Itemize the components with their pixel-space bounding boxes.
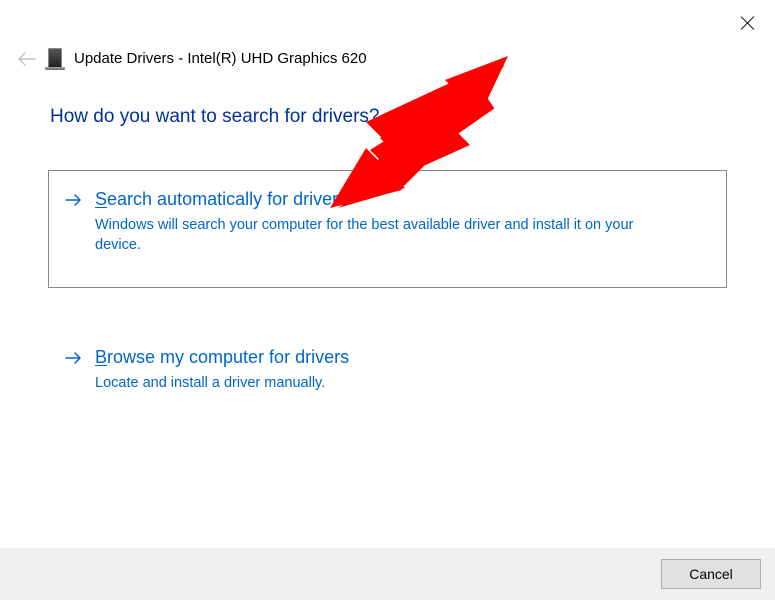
back-arrow-icon[interactable] (18, 50, 36, 68)
wizard-footer: Cancel (0, 548, 775, 600)
option-desc: Windows will search your computer for th… (95, 216, 655, 255)
option-desc: Locate and install a driver manually. (95, 374, 655, 394)
arrow-right-icon (65, 193, 83, 207)
device-icon (48, 48, 62, 68)
option-title: Search automatically for drivers (95, 189, 347, 210)
cancel-button[interactable]: Cancel (661, 559, 761, 589)
option-browse-computer[interactable]: Browse my computer for drivers Locate an… (48, 328, 727, 419)
window-title: Update Drivers - Intel(R) UHD Graphics 6… (74, 50, 367, 67)
arrow-right-icon (65, 351, 83, 365)
close-button[interactable] (739, 14, 757, 32)
option-search-automatically[interactable]: Search automatically for drivers Windows… (48, 170, 727, 288)
page-heading: How do you want to search for drivers? (50, 106, 775, 128)
wizard-header: Update Drivers - Intel(R) UHD Graphics 6… (0, 0, 775, 68)
option-title: Browse my computer for drivers (95, 347, 349, 368)
options-list: Search automatically for drivers Windows… (48, 170, 727, 419)
